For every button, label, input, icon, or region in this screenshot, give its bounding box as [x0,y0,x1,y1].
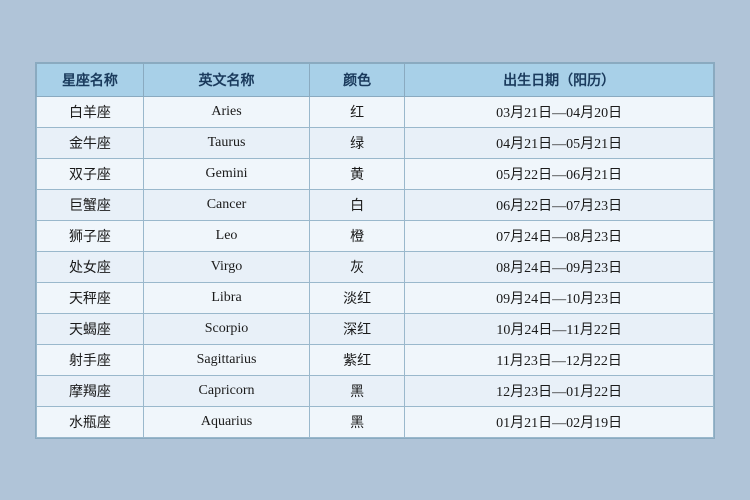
cell-english: Aquarius [143,406,309,437]
cell-english: Aries [143,96,309,127]
cell-chinese: 金牛座 [37,127,144,158]
cell-chinese: 射手座 [37,344,144,375]
cell-chinese: 摩羯座 [37,375,144,406]
header-color: 颜色 [310,63,405,96]
cell-english: Leo [143,220,309,251]
cell-english: Gemini [143,158,309,189]
cell-color: 深红 [310,313,405,344]
table-row: 双子座Gemini黄05月22日—06月21日 [37,158,714,189]
table-row: 水瓶座Aquarius黑01月21日—02月19日 [37,406,714,437]
cell-color: 淡红 [310,282,405,313]
header-english: 英文名称 [143,63,309,96]
table-row: 天秤座Libra淡红09月24日—10月23日 [37,282,714,313]
cell-chinese: 处女座 [37,251,144,282]
cell-chinese: 巨蟹座 [37,189,144,220]
table-row: 白羊座Aries红03月21日—04月20日 [37,96,714,127]
cell-date: 12月23日—01月22日 [405,375,714,406]
cell-english: Capricorn [143,375,309,406]
cell-english: Sagittarius [143,344,309,375]
cell-date: 10月24日—11月22日 [405,313,714,344]
table-row: 狮子座Leo橙07月24日—08月23日 [37,220,714,251]
cell-chinese: 狮子座 [37,220,144,251]
table-row: 金牛座Taurus绿04月21日—05月21日 [37,127,714,158]
cell-english: Scorpio [143,313,309,344]
cell-date: 03月21日—04月20日 [405,96,714,127]
cell-date: 05月22日—06月21日 [405,158,714,189]
zodiac-table-container: 星座名称 英文名称 颜色 出生日期（阳历） 白羊座Aries红03月21日—04… [35,62,715,439]
cell-color: 黑 [310,375,405,406]
cell-color: 橙 [310,220,405,251]
cell-chinese: 白羊座 [37,96,144,127]
cell-color: 灰 [310,251,405,282]
cell-color: 黄 [310,158,405,189]
cell-color: 红 [310,96,405,127]
table-row: 天蝎座Scorpio深红10月24日—11月22日 [37,313,714,344]
cell-color: 绿 [310,127,405,158]
cell-english: Libra [143,282,309,313]
cell-english: Cancer [143,189,309,220]
cell-english: Taurus [143,127,309,158]
table-row: 巨蟹座Cancer白06月22日—07月23日 [37,189,714,220]
cell-english: Virgo [143,251,309,282]
cell-color: 白 [310,189,405,220]
table-header-row: 星座名称 英文名称 颜色 出生日期（阳历） [37,63,714,96]
cell-date: 11月23日—12月22日 [405,344,714,375]
cell-chinese: 天秤座 [37,282,144,313]
cell-color: 紫红 [310,344,405,375]
cell-date: 01月21日—02月19日 [405,406,714,437]
cell-date: 08月24日—09月23日 [405,251,714,282]
table-row: 处女座Virgo灰08月24日—09月23日 [37,251,714,282]
table-body: 白羊座Aries红03月21日—04月20日金牛座Taurus绿04月21日—0… [37,96,714,437]
header-chinese: 星座名称 [37,63,144,96]
cell-date: 06月22日—07月23日 [405,189,714,220]
cell-chinese: 双子座 [37,158,144,189]
cell-chinese: 天蝎座 [37,313,144,344]
cell-date: 09月24日—10月23日 [405,282,714,313]
cell-date: 07月24日—08月23日 [405,220,714,251]
table-row: 摩羯座Capricorn黑12月23日—01月22日 [37,375,714,406]
cell-date: 04月21日—05月21日 [405,127,714,158]
table-row: 射手座Sagittarius紫红11月23日—12月22日 [37,344,714,375]
cell-color: 黑 [310,406,405,437]
cell-chinese: 水瓶座 [37,406,144,437]
header-date: 出生日期（阳历） [405,63,714,96]
zodiac-table: 星座名称 英文名称 颜色 出生日期（阳历） 白羊座Aries红03月21日—04… [36,63,714,438]
